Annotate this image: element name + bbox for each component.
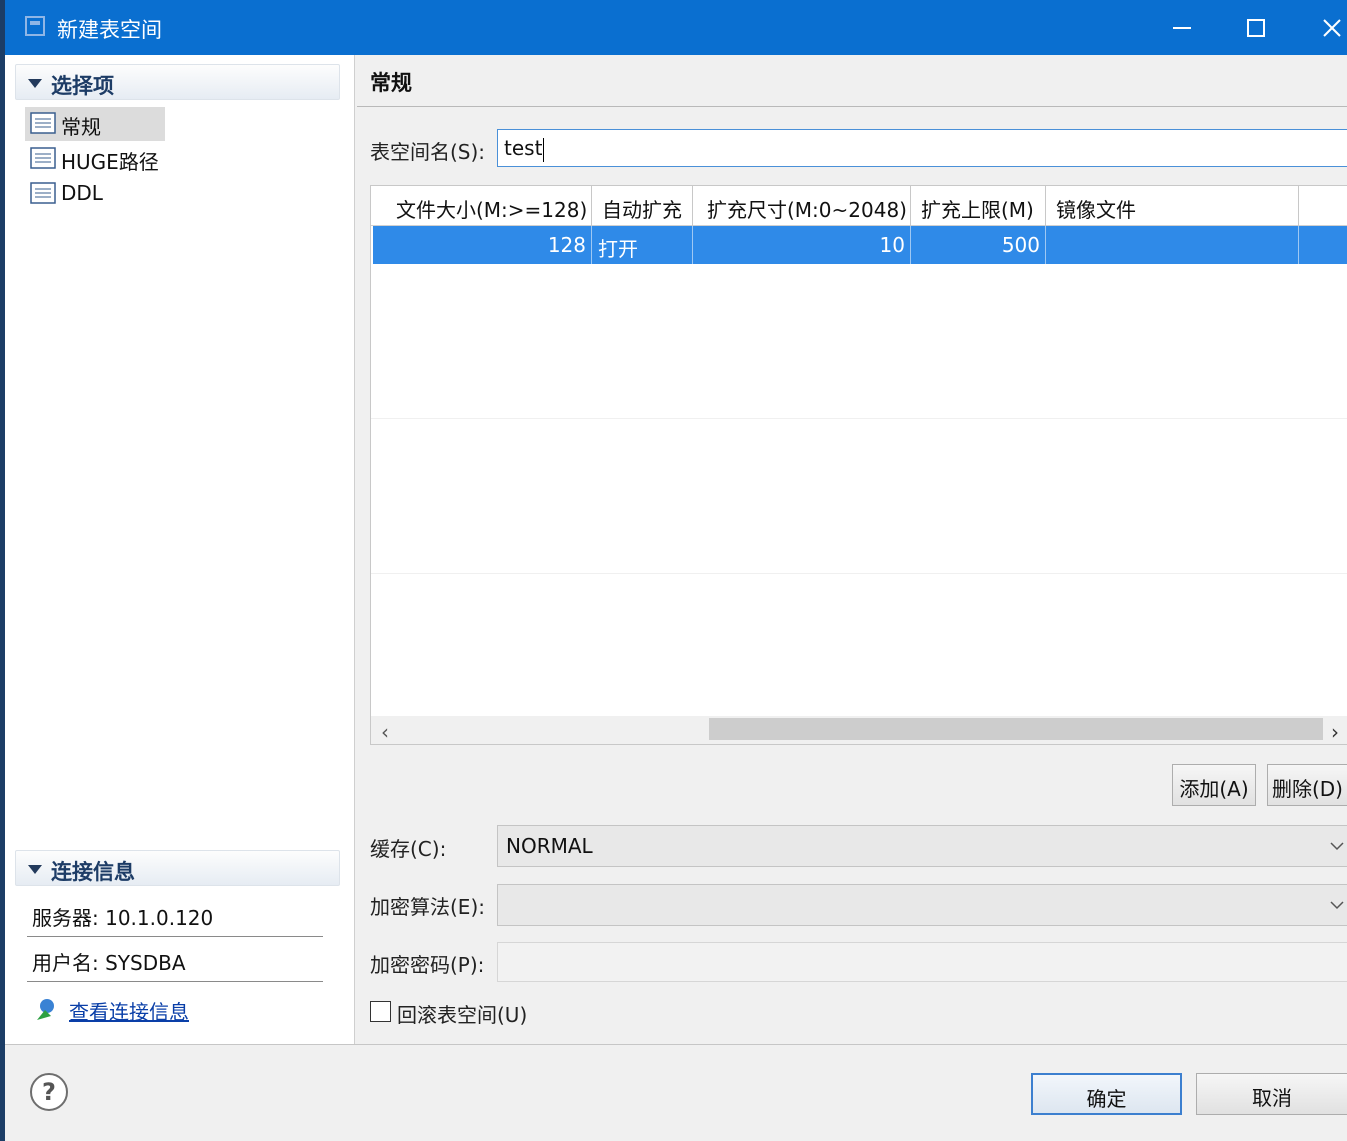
maximize-icon [1247,19,1265,37]
column-header-extend-size[interactable]: 扩充尺寸(M:0~2048) [693,186,911,226]
horizontal-scrollbar[interactable]: ‹ › [371,716,1347,744]
collapse-triangle-icon[interactable] [28,79,42,88]
sidebar-item-ddl[interactable]: DDL [25,177,165,211]
list-icon [30,182,56,204]
left-panel: 选择项 常规 HUGE路径 DDL 连接信息 服务器: 10.1.0.120 用… [5,55,355,1045]
connection-section-header[interactable]: 连接信息 [15,850,340,886]
cache-select[interactable]: NORMAL [497,825,1347,867]
encrypt-password-label: 加密密码(P): [370,953,485,977]
options-section-header[interactable]: 选择项 [15,64,340,100]
divider [5,1044,1347,1045]
scroll-left-icon[interactable]: ‹ [381,720,389,744]
close-icon [1323,19,1341,37]
cache-value: NORMAL [506,834,593,858]
user-info: 用户名: SYSDBA [32,951,186,975]
table-cell[interactable] [1046,226,1299,264]
app-icon [25,16,45,36]
chevron-down-icon [1330,842,1344,851]
maximize-button[interactable] [1219,0,1293,55]
scrollbar-thumb[interactable] [709,718,1323,740]
view-connection-info-link[interactable]: 查看连接信息 [69,996,189,1025]
connection-info-icon [37,999,54,1020]
title-bar: 新建表空间 [0,0,1347,55]
row-gridline [371,418,1347,419]
page-title: 常规 [370,71,412,95]
add-button[interactable]: 添加(A) [1172,764,1256,806]
help-icon[interactable]: ? [30,1073,68,1111]
close-button[interactable] [1295,0,1347,55]
sidebar-item-huge-path[interactable]: HUGE路径 [25,142,165,176]
sidebar-item-label: 常规 [61,115,101,139]
tablespace-name-value: test [504,136,543,160]
column-header-mirror-file[interactable]: 镜像文件 [1046,186,1299,226]
cancel-button[interactable]: 取消 [1196,1073,1347,1115]
column-header-auto-extend[interactable]: 自动扩充 [592,186,693,226]
table-cell[interactable]: 500 [911,226,1046,264]
column-header-file-size[interactable]: 文件大小(M:>=128) [371,186,592,226]
cache-label: 缓存(C): [370,837,447,861]
sidebar-item-label: HUGE路径 [61,150,159,174]
table-header: 文件大小(M:>=128) 自动扩充 扩充尺寸(M:0~2048) 扩充上限(M… [371,186,1347,226]
server-info: 服务器: 10.1.0.120 [32,906,214,930]
table-cell[interactable]: 打开 [592,226,693,264]
column-header-extend-limit[interactable]: 扩充上限(M) [911,186,1046,226]
table-cell[interactable]: 128 [373,226,592,264]
delete-button[interactable]: 删除(D) [1267,764,1347,806]
minimize-button[interactable] [1145,0,1219,55]
datafile-table[interactable]: 文件大小(M:>=128) 自动扩充 扩充尺寸(M:0~2048) 扩充上限(M… [370,185,1347,745]
divider [27,981,323,982]
list-icon [30,147,56,169]
sidebar-item-general[interactable]: 常规 [25,107,165,141]
rollback-tablespace-checkbox[interactable] [370,1001,391,1022]
table-cell[interactable]: 10 [693,226,911,264]
scroll-right-icon[interactable]: › [1331,720,1339,744]
tablespace-name-input[interactable]: test [497,129,1347,167]
divider [27,936,323,937]
text-caret [543,137,545,162]
encrypt-algorithm-label: 加密算法(E): [370,895,485,919]
list-icon [30,112,56,134]
chevron-down-icon [1330,901,1344,910]
options-header-label: 选择项 [51,74,114,98]
connection-header-label: 连接信息 [51,860,135,884]
minimize-icon [1173,27,1191,29]
encrypt-password-input[interactable] [497,942,1347,982]
collapse-triangle-icon[interactable] [28,865,42,874]
sidebar-item-label: DDL [61,181,103,205]
rollback-tablespace-label[interactable]: 回滚表空间(U) [397,999,527,1028]
divider [357,106,1347,107]
ok-button[interactable]: 确定 [1031,1073,1182,1115]
row-gridline [371,573,1347,574]
tablespace-name-label: 表空间名(S): [370,140,486,164]
window-title: 新建表空间 [57,18,162,42]
encrypt-algorithm-select[interactable] [497,884,1347,926]
